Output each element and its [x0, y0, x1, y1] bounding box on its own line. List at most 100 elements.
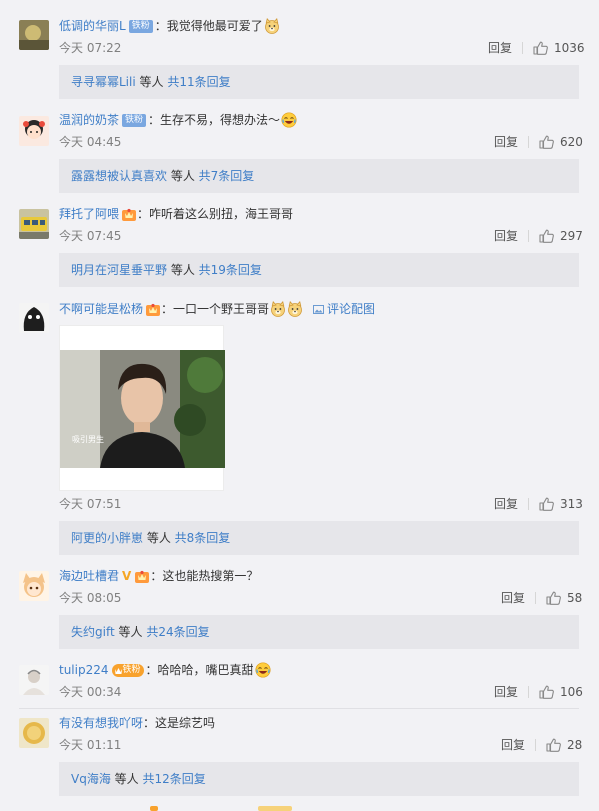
crown-fan-icon [122, 208, 136, 221]
replies-middle: 等人 [114, 625, 147, 639]
username[interactable]: 温润的奶茶 [59, 111, 119, 129]
replies-summary[interactable]: 阿更的小胖崽 等人 共8条回复 [59, 521, 579, 555]
like-count: 620 [560, 135, 583, 149]
like-button[interactable]: 313 [539, 496, 583, 512]
reply-button[interactable]: 回复 [501, 737, 525, 753]
divider [522, 42, 523, 54]
divider [535, 739, 536, 751]
fan-badge: 铁粉 [122, 113, 147, 127]
laugh-emoji-icon [255, 662, 271, 678]
like-button[interactable]: 106 [539, 684, 583, 700]
avatar[interactable] [19, 571, 49, 601]
reply-user[interactable]: 阿更的小胖崽 [71, 531, 143, 545]
thumbs-up-icon [539, 497, 554, 511]
avatar[interactable] [19, 718, 49, 748]
comment-text: ：这是综艺吗 [143, 716, 216, 730]
comment-text: ：一口一个野王哥哥 [161, 302, 270, 316]
replies-summary[interactable]: Vq海海 等人 共12条回复 [59, 762, 579, 796]
like-count: 28 [567, 738, 583, 752]
timestamp: 今天 07:51 [59, 497, 122, 511]
fan-badge-label: 铁粉 [122, 664, 141, 675]
username[interactable]: 低调的华丽L [59, 17, 126, 35]
timestamp: 今天 07:45 [59, 229, 122, 243]
reply-user[interactable]: 失约gift [71, 625, 115, 639]
doge-emoji-icon [270, 301, 286, 317]
divider [528, 136, 529, 148]
image-link-label: 评论配图 [327, 302, 376, 316]
comment-divider [19, 708, 579, 709]
timestamp: 今天 07:22 [59, 41, 122, 55]
reply-user[interactable]: 寻寻幂幂Lili [71, 75, 136, 89]
avatar[interactable] [19, 209, 49, 239]
avatar[interactable] [19, 20, 49, 50]
comment-text: ：哈哈哈，嘴巴真甜 [145, 663, 254, 677]
crown-fan-icon [146, 303, 160, 316]
like-count: 313 [560, 497, 583, 511]
laugh-emoji-icon [281, 112, 297, 128]
reply-user[interactable]: 明月在河星垂平野 [71, 263, 167, 277]
reply-count-link[interactable]: 共12条回复 [142, 772, 205, 786]
comment-photo[interactable]: 吸引男生 [59, 325, 225, 491]
comment-text: ：生存不易，得想办法～ [148, 113, 281, 127]
reply-button[interactable]: 回复 [494, 684, 518, 700]
like-button[interactable]: 297 [539, 228, 583, 244]
replies-middle: 等人 [110, 772, 143, 786]
avatar[interactable] [19, 665, 49, 695]
reply-count-link[interactable]: 共19条回复 [199, 263, 262, 277]
comment-text: ：这也能热搜第一？ [150, 569, 259, 583]
timestamp: 今天 08:05 [59, 591, 122, 605]
thumbs-up-icon [539, 135, 554, 149]
like-button[interactable]: 28 [546, 737, 582, 753]
reply-button[interactable]: 回复 [488, 40, 512, 56]
doge-emoji-icon [287, 301, 303, 317]
doge-emoji-icon [264, 18, 280, 34]
username[interactable]: tulip224 [59, 661, 109, 679]
replies-summary[interactable]: 寻寻幂幂Lili 等人 共11条回复 [59, 65, 579, 99]
username[interactable]: 不啊可能是松杨 [59, 300, 143, 318]
replies-summary[interactable]: 失约gift 等人 共24条回复 [59, 615, 579, 649]
reply-count-link[interactable]: 共11条回复 [167, 75, 230, 89]
like-count: 58 [567, 591, 583, 605]
thumbs-up-icon [533, 41, 548, 55]
like-count: 1036 [554, 41, 585, 55]
photo-caption: 吸引男生 [72, 435, 104, 444]
reply-user[interactable]: Vq海海 [71, 772, 111, 786]
comment-text: ：我觉得他最可爱了 [154, 19, 263, 33]
divider [528, 498, 529, 510]
fan-badge: 铁粉 [128, 19, 153, 33]
avatar[interactable] [19, 116, 49, 146]
replies-summary[interactable]: 露露想被认真喜欢 等人 共7条回复 [59, 159, 579, 193]
replies-middle: 等人 [167, 263, 199, 277]
username[interactable]: 海边吐槽君 [59, 567, 119, 585]
reply-count-link[interactable]: 共24条回复 [146, 625, 209, 639]
timestamp: 今天 04:45 [59, 135, 122, 149]
avatar[interactable] [19, 303, 49, 333]
like-button[interactable]: 58 [546, 590, 582, 606]
replies-middle: 等人 [135, 75, 168, 89]
comment-image-link[interactable]: 评论配图 [313, 300, 375, 318]
reply-button[interactable]: 回复 [494, 134, 518, 150]
reply-button[interactable]: 回复 [501, 590, 525, 606]
reply-button[interactable]: 回复 [494, 228, 518, 244]
like-button[interactable]: 1036 [533, 40, 585, 56]
reply-count-link[interactable]: 共8条回复 [175, 531, 231, 545]
photo-image [60, 350, 225, 468]
timestamp: 今天 00:34 [59, 685, 122, 699]
like-count: 106 [560, 685, 583, 699]
replies-middle: 等人 [167, 169, 199, 183]
username[interactable]: 有没有想我吖呀 [59, 714, 143, 732]
crown-fan-icon [135, 570, 149, 583]
verified-badge: V [122, 569, 132, 583]
like-button[interactable]: 620 [539, 134, 583, 150]
thumbs-up-icon [546, 591, 561, 605]
username[interactable]: 拜托了阿喂 [59, 205, 119, 223]
replies-summary[interactable]: 明月在河星垂平野 等人 共19条回复 [59, 253, 579, 287]
divider [528, 230, 529, 242]
reply-user[interactable]: 露露想被认真喜欢 [71, 169, 167, 183]
divider [528, 686, 529, 698]
reply-count-link[interactable]: 共7条回复 [199, 169, 255, 183]
thumbs-up-icon [539, 229, 554, 243]
reply-button[interactable]: 回复 [494, 496, 518, 512]
thumbs-up-icon [546, 738, 561, 752]
timestamp: 今天 01:11 [59, 738, 122, 752]
